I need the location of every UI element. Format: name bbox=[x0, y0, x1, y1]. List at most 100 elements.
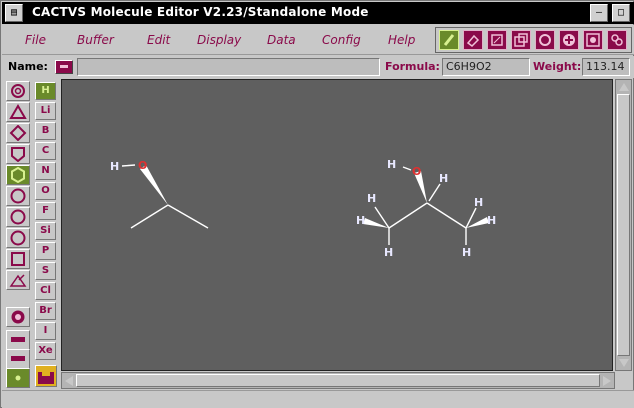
scroll-down-icon[interactable] bbox=[619, 359, 629, 367]
molecule-1: H O bbox=[110, 159, 209, 229]
menu-config[interactable]: Config bbox=[322, 33, 361, 47]
tool-bond-double[interactable] bbox=[6, 349, 30, 369]
maximize-button[interactable]: □ bbox=[612, 4, 630, 22]
horizontal-scroll-thumb[interactable] bbox=[76, 374, 600, 387]
atom-label: O bbox=[412, 165, 421, 178]
horizontal-scrollbar[interactable] bbox=[61, 372, 615, 389]
element-c-button[interactable]: C bbox=[35, 142, 56, 160]
atom-label: H bbox=[367, 192, 376, 205]
formula-label: Formula: bbox=[385, 60, 440, 73]
tool-settings[interactable] bbox=[583, 30, 603, 50]
menu-display[interactable]: Display bbox=[197, 33, 241, 47]
element-xe-button[interactable]: Xe bbox=[35, 342, 56, 360]
vertical-scrollbar[interactable] bbox=[615, 79, 632, 371]
menu-buffer[interactable]: Buffer bbox=[77, 33, 114, 47]
tool-dot[interactable] bbox=[6, 368, 30, 388]
element-f-button[interactable]: F bbox=[35, 202, 56, 220]
status-bar bbox=[2, 390, 634, 408]
tool-zoom[interactable] bbox=[511, 30, 531, 50]
tool-pentagon[interactable] bbox=[6, 144, 30, 164]
menu-file[interactable]: File bbox=[25, 33, 46, 47]
atom-label: H bbox=[462, 246, 471, 259]
atom-label: H bbox=[384, 246, 393, 259]
bond-double-icon bbox=[11, 356, 25, 361]
tool-circle[interactable] bbox=[6, 228, 30, 248]
element-li-button[interactable]: Li bbox=[35, 102, 56, 120]
element-n-button[interactable]: N bbox=[35, 162, 56, 180]
element-cl-button[interactable]: Cl bbox=[35, 282, 56, 300]
scroll-left-icon[interactable] bbox=[65, 376, 73, 386]
window-title: CACTVS Molecule Editor V2.23/Standalone … bbox=[32, 5, 369, 19]
add-icon bbox=[563, 34, 575, 46]
tool-template[interactable] bbox=[607, 30, 627, 50]
bond bbox=[121, 164, 136, 167]
circle-icon bbox=[10, 230, 26, 246]
menu-data[interactable]: Data bbox=[267, 33, 296, 47]
tool-select[interactable] bbox=[487, 30, 507, 50]
tool-eraser[interactable] bbox=[463, 30, 483, 50]
tool-octagon[interactable] bbox=[6, 207, 30, 227]
eraser-icon bbox=[466, 34, 480, 47]
menu-help[interactable]: Help bbox=[388, 33, 415, 47]
diamond-icon bbox=[9, 125, 27, 141]
atom-label: H bbox=[487, 214, 496, 227]
element-i-button[interactable]: I bbox=[35, 322, 56, 340]
element-o-button[interactable]: O bbox=[35, 182, 56, 200]
select-box-icon bbox=[491, 34, 503, 46]
atom-label: H bbox=[439, 172, 448, 185]
tool-ring-edit[interactable] bbox=[6, 270, 30, 290]
name-label: Name: bbox=[8, 60, 48, 73]
title-bar[interactable]: ▤ CACTVS Molecule Editor V2.23/Standalon… bbox=[2, 2, 634, 24]
minimize-button[interactable]: — bbox=[590, 4, 608, 22]
spiral-icon bbox=[11, 84, 25, 98]
tool-square[interactable] bbox=[6, 249, 30, 269]
gear-icon bbox=[586, 33, 600, 47]
pentagon-icon bbox=[11, 147, 25, 162]
hexagon-icon bbox=[11, 167, 25, 183]
tool-add[interactable] bbox=[559, 30, 579, 50]
name-menu-button[interactable] bbox=[55, 60, 73, 74]
tool-triangle[interactable] bbox=[6, 102, 30, 122]
bond bbox=[426, 202, 467, 229]
window-menu-button[interactable]: ▤ bbox=[5, 4, 23, 22]
molecule-2: H O H H H H H H H bbox=[356, 158, 496, 259]
menu-edit[interactable]: Edit bbox=[147, 33, 170, 47]
tool-charge[interactable] bbox=[6, 307, 30, 327]
info-bar: Name: Formula: C6H9O2 Weight: 113.14 bbox=[2, 56, 634, 78]
scroll-right-icon[interactable] bbox=[603, 376, 611, 386]
pencil-icon bbox=[443, 34, 455, 46]
periodic-table-icon bbox=[38, 372, 54, 384]
bond bbox=[388, 202, 428, 229]
tool-rotate[interactable] bbox=[535, 30, 555, 50]
dash-icon bbox=[60, 65, 68, 68]
tool-palette bbox=[435, 27, 632, 53]
bond bbox=[402, 166, 412, 171]
weight-label: Weight: bbox=[533, 60, 582, 73]
drawing-canvas[interactable]: H O H O H H H H H H H bbox=[61, 79, 613, 371]
tool-bond-single[interactable] bbox=[6, 330, 30, 350]
element-s-button[interactable]: S bbox=[35, 262, 56, 280]
formula-field: C6H9O2 bbox=[442, 58, 530, 76]
maximize-icon: □ bbox=[617, 7, 625, 18]
tool-diamond[interactable] bbox=[6, 123, 30, 143]
atom-label: O bbox=[138, 159, 147, 172]
heptagon-icon bbox=[10, 188, 26, 204]
tool-hexagon[interactable] bbox=[6, 165, 30, 185]
atom-label: H bbox=[110, 160, 119, 173]
tool-pencil[interactable] bbox=[439, 30, 459, 50]
rotate-icon bbox=[539, 34, 551, 46]
element-p-button[interactable]: P bbox=[35, 242, 56, 260]
element-br-button[interactable]: Br bbox=[35, 302, 56, 320]
atom-label: H bbox=[356, 214, 365, 227]
tool-spiral[interactable] bbox=[6, 81, 30, 101]
periodic-table-button[interactable] bbox=[35, 365, 57, 387]
element-h-button[interactable]: H bbox=[35, 82, 56, 100]
name-field[interactable] bbox=[77, 58, 380, 76]
element-b-button[interactable]: B bbox=[35, 122, 56, 140]
element-si-button[interactable]: Si bbox=[35, 222, 56, 240]
vertical-scroll-thumb[interactable] bbox=[617, 94, 630, 356]
scroll-up-icon[interactable] bbox=[619, 83, 629, 91]
tool-heptagon[interactable] bbox=[6, 186, 30, 206]
bond-single-icon bbox=[11, 337, 25, 342]
dot-icon bbox=[15, 375, 21, 381]
